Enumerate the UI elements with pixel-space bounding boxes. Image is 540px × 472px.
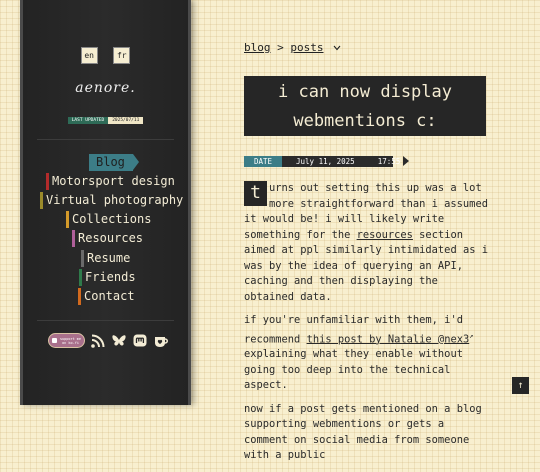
nav-item-contact[interactable]: Contact bbox=[78, 288, 135, 305]
external-link-icon: ↗ bbox=[469, 331, 474, 340]
site-logo[interactable]: aenore. bbox=[23, 80, 188, 96]
back-to-top-button[interactable]: ↑ bbox=[512, 377, 529, 394]
nav-color-bar bbox=[72, 230, 75, 247]
breadcrumb-blog[interactable]: blog bbox=[244, 41, 271, 54]
meta-arrow bbox=[403, 156, 409, 166]
nav-label: Resume bbox=[87, 251, 131, 265]
nav-label: Collections bbox=[72, 212, 152, 226]
breadcrumb-posts[interactable]: posts bbox=[290, 41, 323, 54]
nav-label: Friends bbox=[85, 270, 136, 284]
nav-label: Resources bbox=[78, 231, 144, 245]
mastodon-icon[interactable] bbox=[132, 333, 148, 349]
nav-color-bar bbox=[78, 288, 81, 305]
kofi-icon[interactable]: support me on ko-fi bbox=[48, 333, 85, 348]
nav-color-bar bbox=[46, 173, 49, 190]
heart-mug-icon[interactable] bbox=[153, 333, 169, 349]
post-title-line-2: webmentions c: bbox=[293, 111, 437, 131]
nav-item-blog[interactable]: Blog bbox=[89, 154, 139, 171]
nav-item-friends[interactable]: Friends bbox=[79, 269, 136, 286]
bluesky-icon[interactable] bbox=[111, 333, 127, 349]
sidebar: en fr aenore. LAST UPDATED 2025/07/11 Blo… bbox=[20, 0, 191, 405]
paragraph: now if a post gets mentioned on a blog s… bbox=[244, 402, 488, 464]
post-body: t urns out setting this up was a lot more… bbox=[244, 181, 488, 472]
nav-color-bar bbox=[66, 211, 69, 228]
nav-color-bar bbox=[81, 250, 84, 267]
resources-link[interactable]: resources bbox=[357, 229, 413, 241]
nav-color-bar bbox=[79, 269, 82, 286]
kofi-cup bbox=[52, 338, 57, 343]
natalie-post-link[interactable]: this post by Natalie @nex3 bbox=[307, 333, 470, 345]
paragraph-text: explaining what they enable without goin… bbox=[244, 348, 463, 392]
paragraph: if you're unfamiliar with them, i'd reco… bbox=[244, 313, 488, 394]
lang-en-button[interactable]: en bbox=[80, 47, 98, 64]
breadcrumb-separator: > bbox=[277, 41, 284, 54]
language-switcher: en fr bbox=[23, 43, 188, 64]
divider bbox=[37, 139, 174, 140]
nav-item-motorsport-design[interactable]: Motorsport design bbox=[46, 173, 175, 190]
paragraph-text: now if a post gets mentioned on a blog s… bbox=[244, 402, 482, 462]
breadcrumb: blog > posts bbox=[244, 41, 341, 54]
post-title-line-1: i can now display bbox=[278, 82, 452, 102]
divider bbox=[37, 320, 174, 321]
chevron-down-icon[interactable] bbox=[333, 45, 341, 51]
date-label: DATE bbox=[244, 156, 282, 167]
last-updated-date: 2025/07/11 bbox=[108, 117, 144, 124]
nav-label: Motorsport design bbox=[52, 174, 175, 188]
lang-fr-button[interactable]: fr bbox=[113, 47, 131, 64]
nav-label: Contact bbox=[84, 289, 135, 303]
nav-item-virtual-photography[interactable]: Virtual photography bbox=[40, 192, 183, 209]
post-title: i can now display webmentions c: bbox=[244, 76, 486, 136]
nav-color-bar bbox=[40, 192, 43, 209]
rss-icon[interactable] bbox=[90, 333, 106, 349]
nav-item-resources[interactable]: Resources bbox=[72, 230, 143, 247]
drop-cap: t bbox=[244, 181, 267, 206]
last-updated-badge: LAST UPDATED 2025/07/11 bbox=[23, 117, 188, 124]
nav-item-resume[interactable]: Resume bbox=[81, 250, 130, 267]
social-links: support me on ko-fi bbox=[47, 333, 178, 349]
last-updated-label: LAST UPDATED bbox=[67, 117, 109, 124]
nav-label: Virtual photography bbox=[46, 193, 184, 207]
nav-item-collections[interactable]: Collections bbox=[66, 211, 151, 228]
paragraph: t urns out setting this up was a lot more… bbox=[244, 181, 488, 305]
